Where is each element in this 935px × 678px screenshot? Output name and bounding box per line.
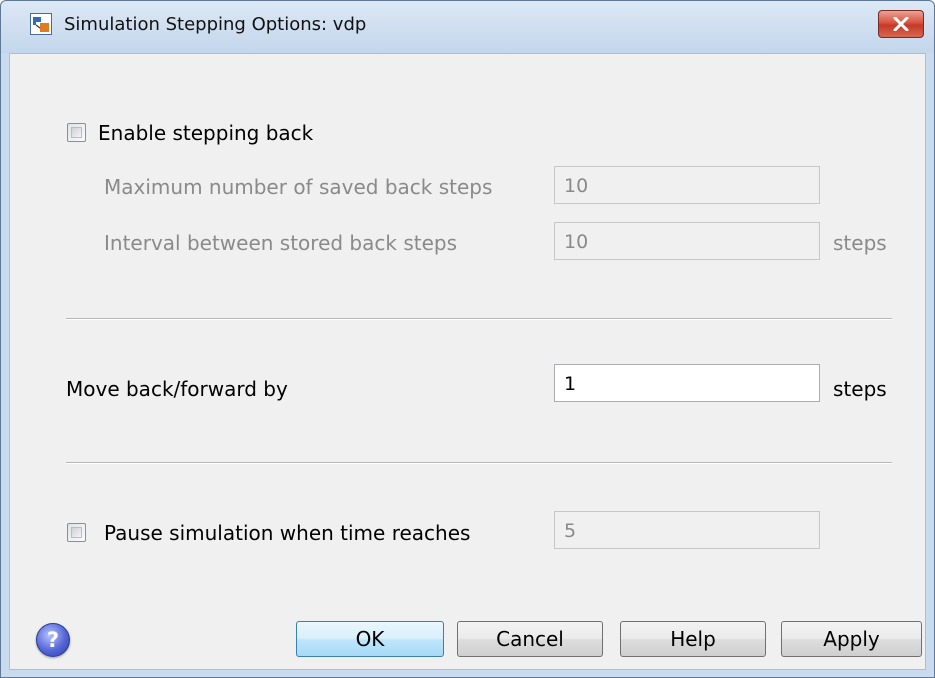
apply-button[interactable]: Apply: [781, 621, 922, 657]
close-button[interactable]: [878, 10, 924, 38]
window-title: Simulation Stepping Options: vdp: [64, 14, 367, 35]
interval-unit-label: steps: [833, 231, 887, 255]
help-icon[interactable]: ?: [36, 623, 70, 657]
dialog-window: Simulation Stepping Options: vdp Enable …: [0, 0, 935, 678]
pause-time-field[interactable]: 5: [554, 511, 820, 549]
close-icon: [893, 17, 909, 31]
separator: [66, 318, 892, 320]
move-steps-label: Move back/forward by: [66, 377, 288, 401]
enable-stepping-back-checkbox[interactable]: [67, 123, 86, 142]
simulink-icon: [30, 13, 52, 35]
title-bar[interactable]: Simulation Stepping Options: vdp: [1, 1, 934, 53]
separator: [66, 462, 892, 464]
help-button[interactable]: Help: [620, 621, 766, 657]
interval-field[interactable]: 10: [554, 222, 820, 260]
pause-simulation-label[interactable]: Pause simulation when time reaches: [104, 521, 470, 545]
move-steps-field[interactable]: 1: [554, 364, 820, 402]
max-saved-steps-label: Maximum number of saved back steps: [104, 175, 493, 199]
ok-button[interactable]: OK: [296, 621, 444, 657]
interval-label: Interval between stored back steps: [104, 231, 457, 255]
enable-stepping-back-label[interactable]: Enable stepping back: [98, 121, 313, 145]
pause-simulation-checkbox[interactable]: [67, 523, 86, 542]
cancel-button[interactable]: Cancel: [457, 621, 603, 657]
max-saved-steps-field[interactable]: 10: [554, 166, 820, 204]
move-unit-label: steps: [833, 377, 887, 401]
dialog-content: Enable stepping back Maximum number of s…: [9, 53, 926, 670]
